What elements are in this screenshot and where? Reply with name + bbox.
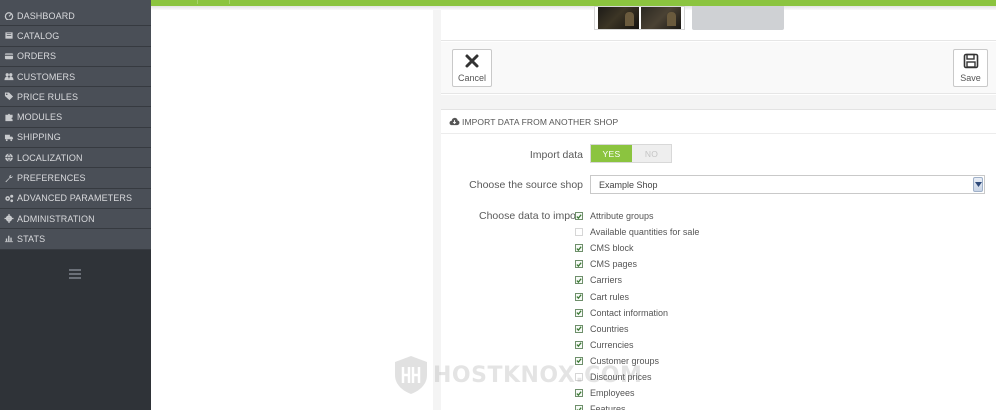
sidebar-item-label: DASHBOARD (17, 10, 75, 21)
sidebar-item-label: ADVANCED PARAMETERS (17, 193, 133, 204)
checkbox-checked[interactable] (575, 324, 583, 333)
data-option-label: Currencies (590, 339, 634, 350)
column-gutter (433, 10, 441, 410)
credit-card-icon (3, 51, 14, 61)
data-option-item: CMS block (575, 240, 699, 256)
thumbnail-right-image (640, 7, 681, 29)
watermark-text: HOSTKNOX.COM (433, 362, 643, 388)
truck-icon (3, 132, 14, 142)
checkbox-unchecked[interactable] (575, 228, 583, 237)
form-toolbar: Cancel Save (441, 42, 996, 94)
source-shop-value: Example Shop (599, 179, 658, 190)
sidebar-menu: DASHBOARD CATALOG ORDERS CUSTOMERS PRICE RUL… (0, 0, 151, 250)
hamburger-icon[interactable] (69, 269, 81, 279)
data-option-item: Cart rules (575, 288, 699, 304)
close-icon (465, 54, 479, 68)
data-option-label: Attribute groups (590, 211, 654, 222)
gear-icon (3, 214, 14, 224)
checkbox-checked[interactable] (575, 405, 583, 410)
cancel-button[interactable]: Cancel (452, 49, 492, 87)
cancel-label: Cancel (457, 73, 486, 83)
data-option-item: CMS pages (575, 256, 699, 272)
sidebar-item-customers[interactable]: CUSTOMERS (0, 67, 151, 88)
globe-icon (3, 153, 14, 163)
sidebar-item-shipping[interactable]: SHIPPING (0, 128, 151, 149)
tags-icon (3, 92, 14, 102)
sidebar-item-dashboard[interactable]: DASHBOARD (0, 6, 151, 27)
cloud-download-icon (449, 117, 460, 126)
toggle-no[interactable]: NO (632, 145, 671, 162)
data-option-label: CMS block (590, 243, 634, 254)
checkbox-checked[interactable] (575, 212, 583, 221)
puzzle-icon (3, 112, 14, 122)
sidebar-item-price-rules[interactable]: PRICE RULES (0, 87, 151, 108)
slide-thumbnail[interactable] (594, 6, 685, 30)
save-button[interactable]: Save (953, 49, 988, 87)
checkbox-checked[interactable] (575, 244, 583, 253)
wrench-icon (3, 173, 14, 183)
source-shop-label: Choose the source shop (469, 179, 583, 191)
choose-data-label: Choose data to import (479, 210, 583, 222)
sidebar-item-label: PREFERENCES (17, 173, 86, 184)
sidebar-item-label: PRICE RULES (17, 91, 79, 102)
import-data-label: Import data (529, 149, 583, 161)
users-icon (3, 72, 14, 82)
panel-heading: IMPORT DATA FROM ANOTHER SHOP (441, 110, 996, 134)
dashboard-icon (3, 11, 14, 21)
checkbox-checked[interactable] (575, 340, 583, 349)
sidebar-item-label: CATALOG (17, 30, 60, 41)
panel-title: IMPORT DATA FROM ANOTHER SHOP (462, 116, 619, 127)
data-option-item: Countries (575, 321, 699, 337)
sidebar-item-administration[interactable]: ADMINISTRATION (0, 209, 151, 230)
data-option-item: Available quantities for sale (575, 224, 699, 240)
watermark: HOSTKNOX.COM (393, 355, 642, 395)
source-shop-select[interactable]: Example Shop (590, 175, 985, 194)
data-option-item: Attribute groups (575, 208, 699, 224)
sidebar-item-advanced-parameters[interactable]: ADVANCED PARAMETERS (0, 189, 151, 209)
data-option-label: Countries (590, 323, 629, 334)
data-option-item: Features (575, 401, 699, 410)
data-option-label: Features (590, 404, 626, 410)
bar-chart-icon (3, 234, 14, 244)
data-option-item: Carriers (575, 272, 699, 288)
checkbox-checked[interactable] (575, 260, 583, 269)
data-option-item: Currencies (575, 337, 699, 353)
data-option-item: Contact information (575, 305, 699, 321)
sidebar-item-orders[interactable]: ORDERS (0, 47, 151, 67)
sidebar-item-label: STATS (17, 233, 46, 244)
sidebar-item-catalog[interactable]: CATALOG (0, 26, 151, 47)
checkbox-checked[interactable] (575, 276, 583, 285)
data-option-label: Contact information (590, 307, 669, 318)
data-option-label: Carriers (590, 275, 623, 286)
sidebar-item-localization[interactable]: LOCALIZATION (0, 148, 151, 169)
cogs-icon (3, 193, 14, 203)
sidebar-item-preferences[interactable]: PREFERENCES (0, 168, 151, 189)
checkbox-checked[interactable] (575, 292, 583, 301)
sidebar-item-label: CUSTOMERS (17, 71, 76, 82)
data-option-label: Cart rules (590, 291, 630, 302)
book-icon (3, 31, 14, 41)
sidebar-item-label: ADMINISTRATION (17, 213, 95, 224)
sidebar-item-modules[interactable]: MODULES (0, 107, 151, 128)
data-option-label: CMS pages (590, 259, 638, 270)
save-label: Save (960, 73, 981, 83)
section-separator (441, 95, 996, 109)
image-placeholder[interactable] (692, 6, 784, 30)
sidebar: DASHBOARD CATALOG ORDERS CUSTOMERS PRICE RUL… (0, 0, 151, 410)
chevron-down-icon[interactable] (973, 177, 983, 192)
sidebar-item-label: MODULES (17, 112, 63, 123)
thumbnail-left-image (598, 7, 639, 29)
sidebar-item-label: SHIPPING (17, 132, 61, 143)
sidebar-item-label: ORDERS (17, 51, 57, 62)
checkbox-checked[interactable] (575, 308, 583, 317)
shield-logo-icon (395, 356, 427, 394)
toggle-yes[interactable]: YES (591, 145, 632, 162)
import-data-toggle[interactable]: YES NO (590, 144, 672, 163)
sidebar-item-stats[interactable]: STATS (0, 229, 151, 250)
floppy-disk-icon (963, 53, 978, 69)
data-option-label: Available quantities for sale (590, 227, 700, 238)
sidebar-item-label: LOCALIZATION (17, 152, 83, 163)
